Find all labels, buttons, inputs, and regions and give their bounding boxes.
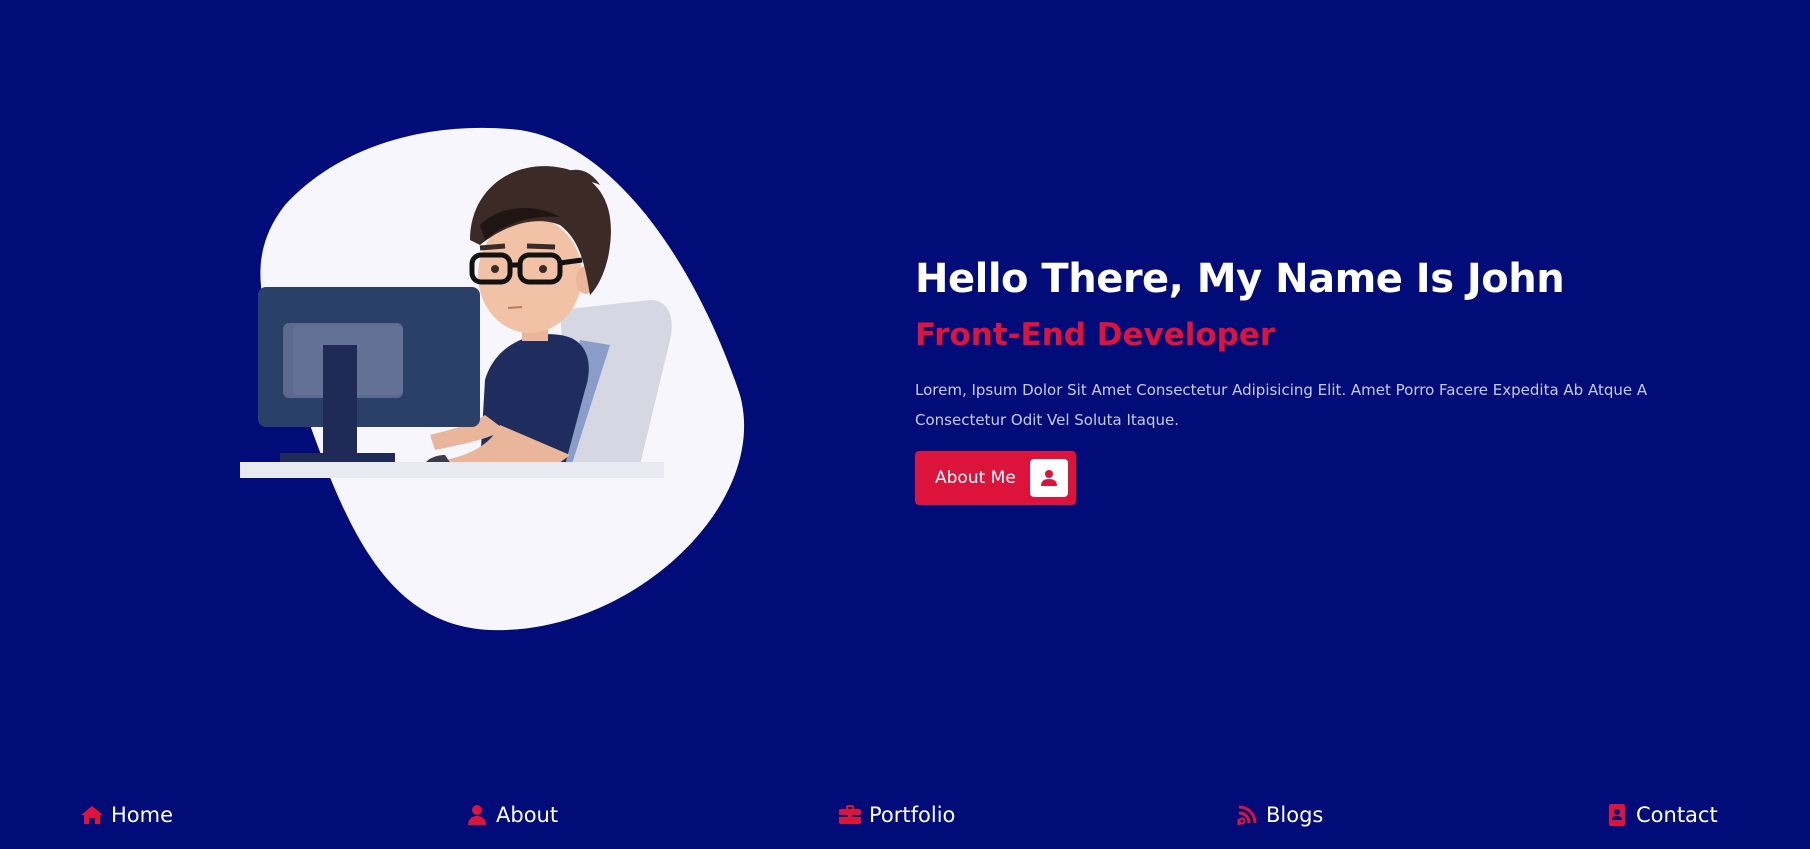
page: Hello There, My Name Is John Front-End D…: [0, 0, 1810, 849]
bottom-nav: Home About Portfolio Blogs Contact: [0, 795, 1810, 835]
user-icon: [465, 803, 489, 827]
user-icon: [1029, 459, 1068, 497]
hero-subtitle: Front-End Developer: [915, 317, 1276, 353]
nav-item-portfolio[interactable]: Portfolio: [838, 795, 955, 835]
nav-item-home[interactable]: Home: [80, 795, 173, 835]
blog-icon: [1235, 803, 1259, 827]
home-icon: [80, 803, 104, 827]
nav-label-home: Home: [111, 803, 174, 827]
hero-illustration: [230, 125, 750, 645]
nav-item-contact[interactable]: Contact: [1605, 795, 1718, 835]
developer-illustration: [240, 127, 745, 631]
nav-label-about: About: [496, 803, 559, 827]
address-book-icon: [1605, 803, 1629, 827]
nav-label-contact: Contact: [1636, 803, 1718, 827]
hero-description: Lorem, Ipsum Dolor Sit Amet Consectetur …: [915, 381, 1648, 429]
nav-item-blogs[interactable]: Blogs: [1235, 795, 1323, 835]
about-me-button-label: About Me: [935, 468, 1016, 488]
nav-label-blogs: Blogs: [1266, 803, 1324, 827]
hero-text: Hello There, My Name Is John Front-End D…: [915, 255, 1675, 505]
briefcase-icon: [838, 803, 862, 827]
nav-item-about[interactable]: About: [465, 795, 558, 835]
hero-title: Hello There, My Name Is John: [915, 256, 1565, 302]
about-me-button[interactable]: About Me: [915, 451, 1076, 505]
nav-label-portfolio: Portfolio: [869, 803, 956, 827]
desk: [240, 462, 664, 478]
